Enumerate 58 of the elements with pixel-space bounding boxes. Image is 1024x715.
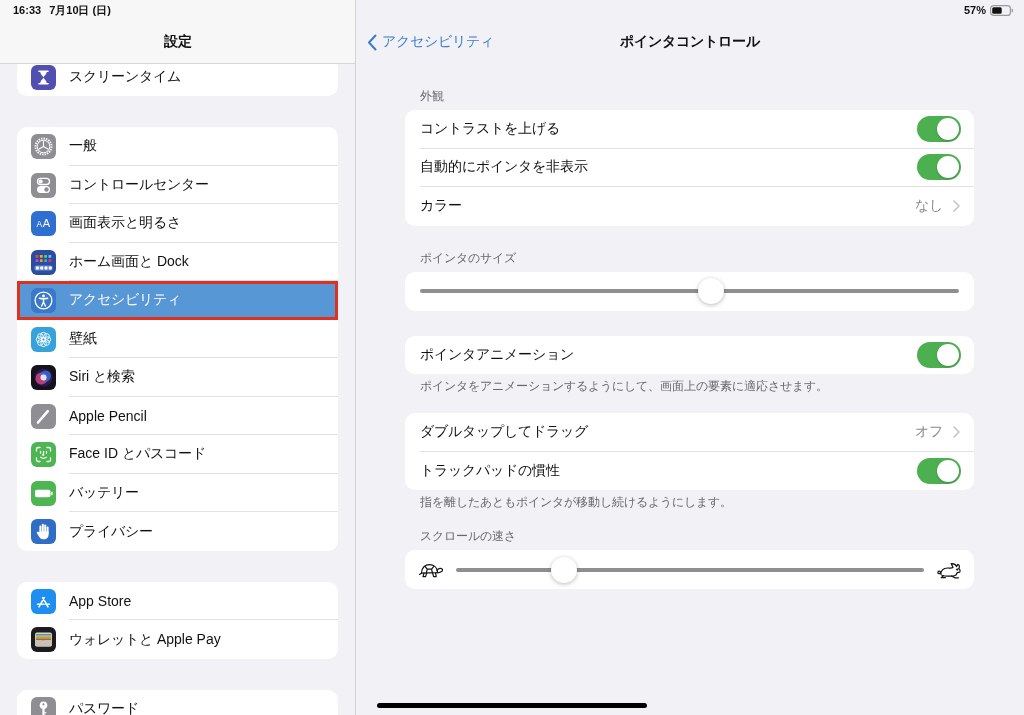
section-footer: 指を離したあともポインタが移動し続けるようにします。 (405, 495, 974, 510)
setting-value: オフ (915, 422, 943, 441)
sidebar-item[interactable]: 壁紙 (17, 319, 338, 359)
setting-label: コントラストを上げる (420, 119, 561, 138)
sidebar-item[interactable]: ウォレットと Apple Pay (17, 620, 338, 659)
sidebar-item[interactable]: コントロールセンター (17, 165, 338, 205)
face-icon (31, 442, 56, 467)
letters-icon: AA (31, 211, 56, 236)
slider-track[interactable] (456, 556, 924, 583)
sidebar-item[interactable]: App Store (17, 581, 338, 621)
sidebar-item[interactable]: Apple Pencil (17, 396, 338, 436)
setting-label: トラックパッドの慣性 (420, 461, 561, 480)
sidebar-item[interactable]: AA 画面表示と明るさ (17, 204, 338, 243)
sidebar-item[interactable]: 一般 (17, 127, 338, 166)
rabbit-icon (936, 560, 962, 579)
chevron-right-icon (953, 200, 960, 213)
battery-icon (31, 480, 56, 506)
slider-track[interactable] (420, 278, 959, 304)
section-header: スクロールの速さ (419, 529, 517, 544)
toggle-switch[interactable] (917, 154, 961, 181)
toggle-switch[interactable] (917, 457, 961, 484)
sidebar-item[interactable]: Siri と検索 (17, 358, 338, 397)
battery-icon (990, 4, 1013, 16)
sidebar-title: 設定 (163, 32, 192, 51)
pencil-icon (31, 403, 56, 429)
status-date: 7月10日 (日) (49, 2, 111, 18)
toggle-switch[interactable] (917, 341, 961, 368)
slider-thumb[interactable] (698, 278, 725, 304)
slider-thumb[interactable] (550, 556, 577, 583)
wallet-icon (31, 627, 56, 652)
flower-icon (31, 326, 56, 352)
section-header: ポインタのサイズ (419, 250, 517, 266)
toggle-switches-icon (31, 172, 56, 198)
sidebar-item[interactable]: スクリーンタイム (17, 64, 338, 97)
setting-label: 自動的にポインタを非表示 (420, 158, 589, 177)
chevron-right-icon (953, 425, 960, 438)
setting-value: なし (915, 197, 943, 216)
battery-percent: 57% (963, 4, 986, 16)
section-header: 外観 (419, 89, 445, 104)
gear-icon (31, 134, 56, 159)
setting-label: ポインタアニメーション (420, 345, 575, 364)
orb-icon (31, 365, 56, 390)
sidebar-item[interactable]: バッテリー (17, 473, 338, 513)
back-chevron-icon (367, 33, 377, 51)
disclosure-row[interactable]: カラー なし (420, 187, 974, 226)
page-title: ポインタコントロール (620, 33, 760, 51)
accessibility-icon (31, 288, 56, 313)
sidebar-item[interactable]: パスワード (17, 689, 338, 715)
status-time: 16:33 (13, 4, 42, 16)
app-store-icon (31, 588, 56, 614)
app-grid-icon (31, 249, 56, 275)
back-button[interactable]: アクセシビリティ (367, 33, 494, 51)
section-footer: ポインタをアニメーションするようにして、画面上の要素に適応させます。 (405, 379, 974, 394)
sidebar-item[interactable]: Face ID とパスコード (17, 435, 338, 474)
disclosure-row[interactable]: ダブルタップしてドラッグ オフ (420, 413, 974, 452)
sidebar-item[interactable]: プライバシー (17, 512, 338, 551)
hand-icon (31, 519, 56, 544)
toggle-switch[interactable] (917, 115, 961, 142)
